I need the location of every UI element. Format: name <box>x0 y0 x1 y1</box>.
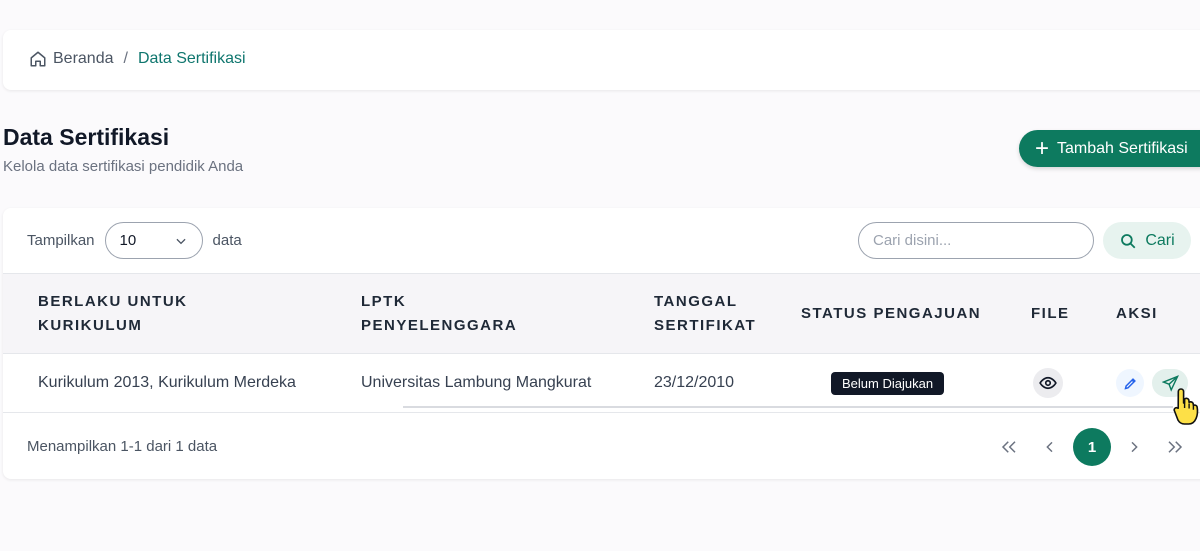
breadcrumb-separator: / <box>123 50 128 67</box>
table-header-row: BERLAKU UNTUK KURIKULUM LPTK PENYELENGGA… <box>3 273 1200 354</box>
chevron-right-icon <box>1131 441 1138 453</box>
show-label: Tampilkan <box>27 232 95 249</box>
page-size-value: 10 <box>119 232 137 249</box>
header-status[interactable]: STATUS PENGAJUAN <box>801 274 1031 354</box>
status-badge: Belum Diajukan <box>831 371 945 395</box>
page-size-control: Tampilkan 10 data <box>27 222 242 259</box>
edit-button[interactable] <box>1116 369 1144 397</box>
table-card: Tampilkan 10 data Cari BERLAKU UNTUK KUR… <box>3 208 1200 479</box>
prev-page-button[interactable] <box>1032 429 1068 465</box>
search-input[interactable] <box>858 222 1094 259</box>
cell-kurikulum: Kurikulum 2013, Kurikulum Merdeka <box>38 374 296 391</box>
last-page-button[interactable] <box>1157 429 1193 465</box>
page-title: Data Sertifikasi <box>3 124 170 150</box>
view-file-button[interactable] <box>1033 368 1063 398</box>
page-size-select[interactable]: 10 <box>104 222 203 259</box>
page-subtitle: Kelola data sertifikasi pendidik Anda <box>3 158 244 175</box>
chevrons-right-icon <box>1168 441 1183 453</box>
breadcrumb-card: Beranda / Data Sertifikasi <box>3 30 1200 90</box>
header-tanggal[interactable]: TANGGAL SERTIFIKAT <box>654 274 801 354</box>
chevrons-left-icon <box>1001 441 1016 453</box>
row-hover-indicator <box>403 406 1173 408</box>
home-icon <box>30 51 46 67</box>
cell-lptk: Universitas Lambung Mangkurat <box>361 374 592 391</box>
breadcrumb: Beranda / Data Sertifikasi <box>29 50 246 68</box>
header-file[interactable]: FILE <box>1031 274 1116 354</box>
header-lptk[interactable]: LPTK PENYELENGGARA <box>361 274 654 354</box>
pagination: 1 <box>991 428 1198 466</box>
search-icon <box>1121 233 1136 248</box>
breadcrumb-current: Data Sertifikasi <box>137 50 246 67</box>
data-label: data <box>212 232 242 249</box>
header-aksi: AKSI <box>1116 304 1158 322</box>
search-button[interactable]: Cari <box>1103 222 1191 259</box>
plus-icon: + <box>1035 134 1050 162</box>
breadcrumb-home-label: Beranda <box>53 50 114 67</box>
cell-tanggal: 23/12/2010 <box>654 374 735 391</box>
pencil-icon <box>1123 377 1136 390</box>
search-button-label: Cari <box>1145 231 1175 249</box>
hand-cursor-icon <box>1173 388 1199 425</box>
pagination-summary: Menampilkan 1-1 dari 1 data <box>27 438 218 455</box>
next-page-button[interactable] <box>1116 429 1152 465</box>
eye-icon <box>1039 376 1057 390</box>
chevron-left-icon <box>1046 441 1053 453</box>
first-page-button[interactable] <box>991 429 1027 465</box>
add-certification-label: Tambah Sertifikasi <box>1057 139 1188 157</box>
chevron-down-icon <box>175 238 186 244</box>
cell-file <box>1031 354 1116 413</box>
certification-table: BERLAKU UNTUK KURIKULUM LPTK PENYELENGGA… <box>3 273 1200 413</box>
breadcrumb-home[interactable]: Beranda <box>29 50 114 68</box>
add-certification-button[interactable]: + Tambah Sertifikasi <box>1019 130 1200 167</box>
header-kurikulum[interactable]: BERLAKU UNTUK KURIKULUM <box>3 274 361 354</box>
cell-status: Belum Diajukan <box>801 354 1031 413</box>
table-row: Kurikulum 2013, Kurikulum Merdeka Univer… <box>3 354 1200 413</box>
page-button-current[interactable]: 1 <box>1073 428 1111 466</box>
